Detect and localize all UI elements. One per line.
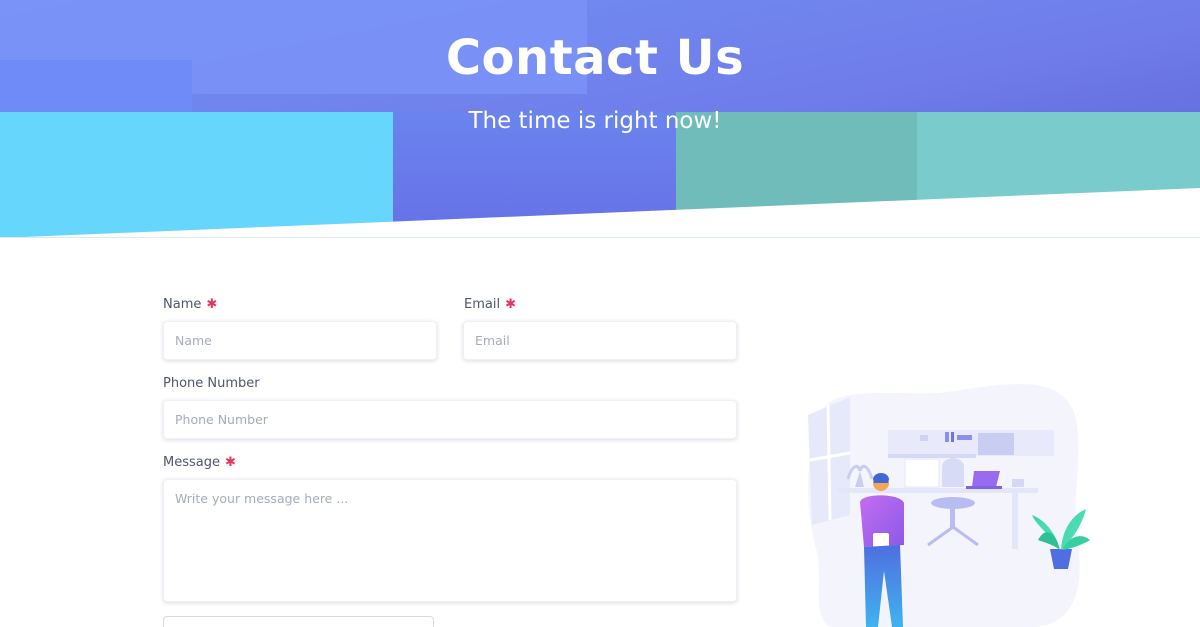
phone-label: Phone Number — [163, 376, 260, 391]
email-label-text: Email — [464, 297, 501, 312]
name-label-text: Name — [163, 297, 202, 312]
message-field[interactable] — [163, 479, 737, 602]
email-label: Email ✱ — [464, 297, 516, 312]
message-textarea[interactable] — [164, 480, 736, 601]
asterisk-icon: ✱ — [206, 297, 218, 312]
hero-divider — [0, 237, 1200, 238]
name-label: Name ✱ — [163, 297, 217, 312]
message-label-text: Message — [163, 455, 220, 470]
email-field[interactable] — [463, 321, 737, 360]
office-person-illustration — [800, 375, 1100, 627]
asterisk-icon: ✱ — [224, 455, 236, 470]
name-input[interactable] — [164, 322, 436, 359]
phone-label-text: Phone Number — [163, 376, 260, 391]
page-title: Contact Us — [445, 30, 745, 86]
name-field[interactable] — [163, 321, 437, 360]
message-label: Message ✱ — [163, 455, 236, 470]
submit-button[interactable] — [163, 616, 434, 627]
email-input[interactable] — [464, 322, 736, 359]
asterisk-icon: ✱ — [505, 297, 516, 312]
hero-banner: Contact Us The time is right now! — [0, 0, 1200, 240]
phone-input[interactable] — [164, 401, 736, 438]
phone-field[interactable] — [163, 400, 737, 439]
page-subtitle: The time is right now! — [468, 108, 722, 134]
